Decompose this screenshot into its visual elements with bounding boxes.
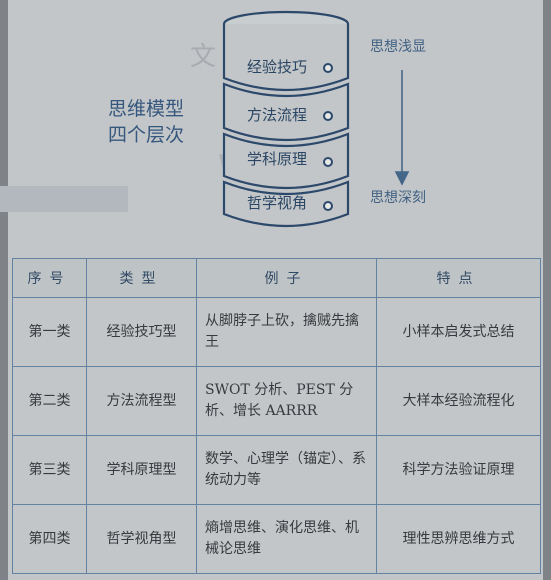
table-row: 第三类 学科原理型 数学、心理学（锚定）、系统动力等 科学方法验证原理 bbox=[12, 435, 541, 505]
arrow-label-shallow: 思想浅显 bbox=[370, 39, 426, 55]
cell-feature: 科学方法验证原理 bbox=[376, 435, 541, 505]
header-index: 序号 bbox=[12, 258, 87, 298]
layer-dot-3 bbox=[323, 157, 333, 167]
cell-example: 数学、心理学（锚定）、系统动力等 bbox=[196, 435, 377, 505]
table-row: 第一类 经验技巧型 从脚脖子上砍，擒贼先擒王 小样本启发式总结 bbox=[12, 297, 541, 367]
layer-label-4: 哲学视角 bbox=[247, 194, 308, 212]
cell-feature: 小样本启发式总结 bbox=[376, 297, 541, 367]
cell-type: 学科原理型 bbox=[86, 435, 197, 505]
cell-index: 第四类 bbox=[12, 504, 87, 574]
cell-index: 第三类 bbox=[12, 435, 87, 505]
header-feature: 特点 bbox=[376, 258, 541, 298]
depth-arrow bbox=[394, 70, 410, 186]
cell-feature: 理性思辨思维方式 bbox=[376, 504, 541, 574]
cell-example: 从脚脖子上砍，擒贼先擒王 bbox=[196, 297, 377, 367]
header-example: 例子 bbox=[196, 258, 377, 298]
cell-type: 方法流程型 bbox=[86, 366, 197, 436]
table-row: 第四类 哲学视角型 熵增思维、演化思维、机械论思维 理性思辨思维方式 bbox=[12, 504, 541, 574]
cell-type: 经验技巧型 bbox=[86, 297, 197, 367]
layer-dot-2 bbox=[323, 111, 333, 121]
layer-dot-1 bbox=[323, 63, 333, 73]
header-type: 类型 bbox=[86, 258, 197, 298]
cell-example: 熵增思维、演化思维、机械论思维 bbox=[196, 504, 377, 574]
cell-index: 第二类 bbox=[12, 366, 87, 436]
layer-label-1: 经验技巧 bbox=[247, 58, 308, 76]
table-row: 第二类 方法流程型 SWOT 分析、PEST 分析、增长 AARRR 大样本经验… bbox=[12, 366, 541, 436]
model-levels-table: 序号 类型 例子 特点 第一类 经验技巧型 从脚脖子上砍，擒贼先擒王 小样本启发… bbox=[12, 258, 541, 574]
cell-type: 哲学视角型 bbox=[86, 504, 197, 574]
table-header-row: 序号 类型 例子 特点 bbox=[12, 258, 541, 298]
cell-example: SWOT 分析、PEST 分析、增长 AARRR bbox=[196, 366, 377, 436]
layer-label-3: 学科原理 bbox=[247, 150, 308, 168]
layer-label-2: 方法流程 bbox=[247, 106, 308, 124]
cell-index: 第一类 bbox=[12, 297, 87, 367]
arrow-label-deep: 思想深刻 bbox=[370, 190, 426, 206]
cell-feature: 大样本经验流程化 bbox=[376, 366, 541, 436]
layer-dot-4 bbox=[323, 201, 333, 211]
